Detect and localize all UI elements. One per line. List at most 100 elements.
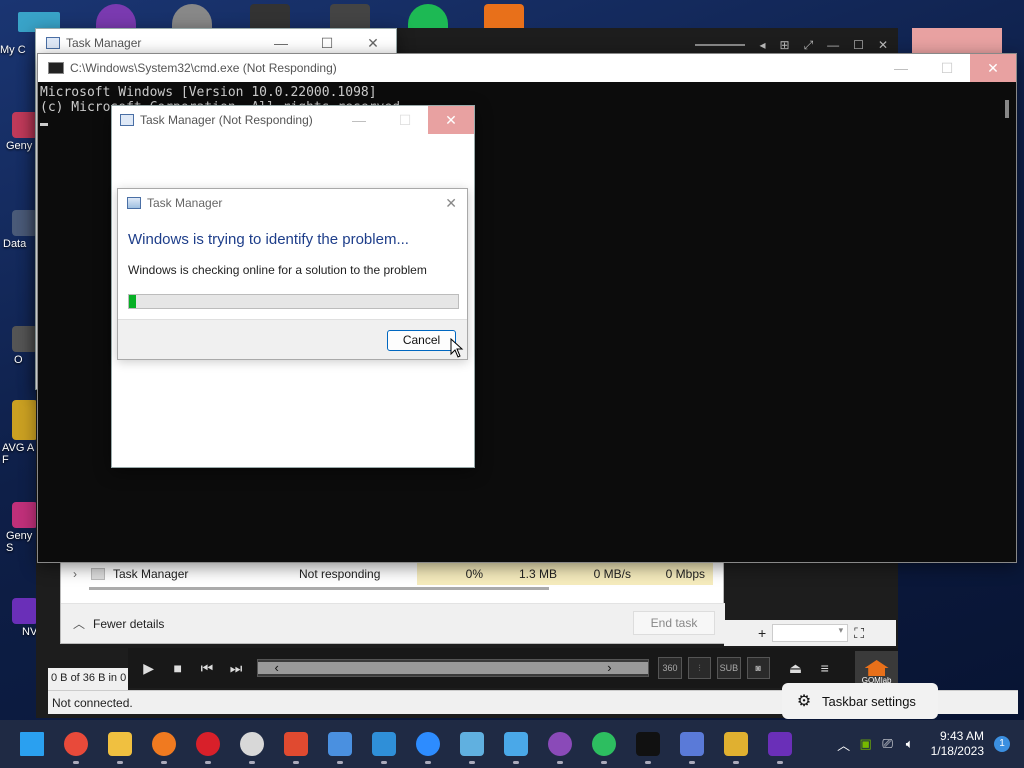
speaker-icon[interactable]: ◂ [759,38,765,52]
close-icon[interactable]: ✕ [445,195,457,212]
task-manager-icon [46,37,60,49]
desktop-icon-label: Data [3,238,27,250]
chevron-up-icon[interactable]: ︿ [73,615,85,632]
plus-icon[interactable]: + [758,625,766,641]
desktop-icon-data[interactable]: Data [0,210,38,250]
expand-icon[interactable]: ⛶ [854,625,864,642]
process-row[interactable]: › Task Manager Not responding 0% 1.3 MB … [61,563,725,585]
progress-fill [129,295,136,308]
taskbar-settings-popup[interactable]: ⚙ Taskbar settings [782,683,938,719]
taskbar-app-opera[interactable] [186,720,230,768]
zoom-select[interactable]: ▾ [772,624,849,642]
next-icon[interactable]: ⏭ [221,653,250,683]
taskbar: ︿ ▣ ⎚ 🔈︎ 9:43 AM 1/18/2023 1 [0,720,1024,768]
horizontal-scrollbar[interactable] [89,587,549,590]
maximize-button[interactable]: ☐ [924,54,970,82]
task-manager-icon [127,197,141,209]
desktop-icon-my-computer[interactable]: My C [0,42,38,56]
evernote-icon [592,732,616,756]
taskbar-app-firefox[interactable] [142,720,186,768]
minimize-icon[interactable]: — [827,38,839,52]
notification-badge[interactable]: 1 [994,736,1010,752]
menu-icon[interactable]: ≡ [810,653,839,683]
maximize-icon[interactable]: ☐ [853,38,864,52]
gomlab-logo[interactable]: GOMlab [855,651,898,685]
taskbar-app-ccleaner[interactable] [274,720,318,768]
ccleaner-icon [284,732,308,756]
equalizer-icon[interactable]: ⫶ [687,657,712,679]
network-icon[interactable]: ⎚ [877,736,899,752]
window-title: Task Manager (Not Responding) [140,113,313,127]
running-indicator [117,761,123,764]
taskbar-app-blue-app[interactable] [670,720,714,768]
taskbar-app-mail[interactable] [318,720,362,768]
play-icon[interactable]: ▶ [134,653,163,683]
minimize-button[interactable]: — [336,106,382,134]
close-button[interactable]: ✕ [428,106,474,134]
taskbar-app-github[interactable] [538,720,582,768]
taskbar-app-zoom[interactable] [406,720,450,768]
cancel-button[interactable]: Cancel [387,330,456,351]
subtitle-button[interactable]: SUB [717,657,741,679]
clock-app-icon [240,732,264,756]
volume-slider[interactable] [695,44,746,46]
taskbar-app-chrome[interactable] [54,720,98,768]
taskbar-app-archive-app[interactable] [714,720,758,768]
minimize-button[interactable]: — [878,54,924,82]
download-status: 0 B of 36 B in 0 [48,668,128,690]
close-button[interactable]: ✕ [970,54,1016,82]
taskbar-app-terminal[interactable] [626,720,670,768]
task-manager-footer: ︿ Fewer details End task [61,603,725,643]
taskbar-app-paint[interactable] [450,720,494,768]
desktop-icon-avg[interactable]: AVG A F [0,400,38,466]
title-bar: C:\Windows\System32\cmd.exe (Not Respond… [38,54,1016,82]
gear-icon: ⚙ [796,693,812,710]
taskbar-app-evernote[interactable] [582,720,626,768]
previous-icon[interactable]: ⏮ [192,653,221,683]
seek-thumb[interactable] [257,662,648,674]
maximize-button[interactable]: ☐ [382,106,428,134]
fewer-details-link[interactable]: Fewer details [93,617,164,631]
taskbar-app-nv-app[interactable] [758,720,802,768]
taskbar-app-clock-app[interactable] [230,720,274,768]
subtitle-icon[interactable]: ⊞ [780,38,790,52]
window-buttons: — ☐ ✕ [336,106,474,134]
fullscreen-icon[interactable]: ⤢ [804,38,814,53]
mouse-cursor-icon [450,338,464,358]
taskbar-app-notepad[interactable] [494,720,538,768]
camera-icon[interactable]: ◙ [746,657,770,679]
process-icon [91,568,105,580]
scroll-right-icon[interactable]: › [600,660,618,676]
desktop-icon-nv[interactable]: NV [0,598,38,638]
stop-icon[interactable]: ■ [163,653,192,683]
taskbar-app-vscode[interactable] [362,720,406,768]
desktop-icon-o[interactable]: O [0,326,38,366]
end-task-button[interactable]: End task [633,611,715,635]
desktop-icon-genymotion[interactable]: Geny [0,112,38,152]
opera-icon [196,732,220,756]
scroll-thumb[interactable] [1005,100,1009,118]
running-indicator [601,761,607,764]
taskbar-apps [10,720,802,768]
taskbar-app-file-explorer[interactable] [98,720,142,768]
expand-chevron-icon[interactable]: › [61,563,89,585]
close-icon[interactable]: ✕ [878,38,888,52]
desktop-icon-genymotion-s[interactable]: Geny S [0,502,38,554]
taskbar-app-windows-start[interactable] [10,720,54,768]
background-window-close[interactable] [912,28,1002,54]
scroll-left-icon[interactable]: ‹ [268,660,286,676]
vertical-scrollbar[interactable] [998,82,1016,562]
nvidia-tray-icon[interactable]: ▣ [855,736,877,752]
running-indicator [645,761,651,764]
running-indicator [777,761,783,764]
clock[interactable]: 9:43 AM 1/18/2023 [931,729,984,759]
speaker-icon[interactable]: 🔈︎ [899,736,921,752]
running-indicator [557,761,563,764]
360-icon[interactable]: 360 [658,657,682,679]
desktop-icon-label: My C [0,44,26,56]
eject-icon[interactable]: ⏏ [781,653,810,683]
seek-bar[interactable]: ‹ › [256,659,650,677]
firefox-icon [152,732,176,756]
chevron-up-icon[interactable]: ︿ [833,735,855,754]
player-side-panel: + ▾ ⛶ [724,620,896,646]
